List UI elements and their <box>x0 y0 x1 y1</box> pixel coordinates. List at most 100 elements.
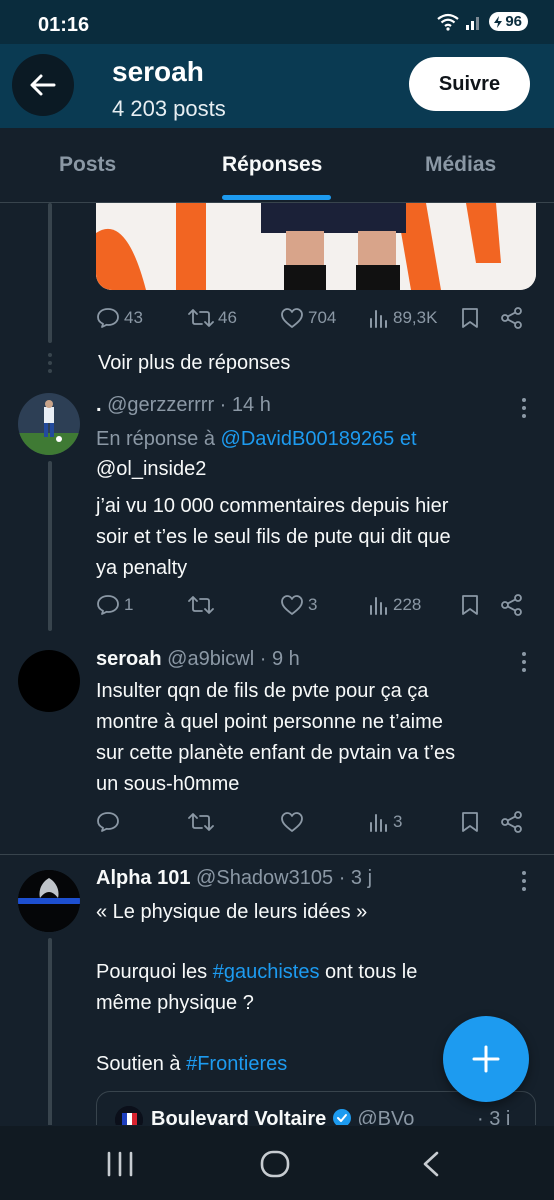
tab-media[interactable]: Médias <box>425 153 496 177</box>
arrow-left-icon <box>30 74 56 96</box>
views-button[interactable]: 228 <box>369 594 421 616</box>
avatar[interactable] <box>18 650 80 712</box>
reply-icon <box>97 812 119 832</box>
post-image[interactable] <box>96 203 536 290</box>
bookmark-button[interactable] <box>460 811 480 833</box>
views-count: 228 <box>393 595 422 614</box>
quote-time: · 3 j <box>477 1108 511 1125</box>
share-button[interactable] <box>500 811 524 833</box>
heart-icon <box>281 812 303 832</box>
hashtag-link[interactable]: #Frontieres <box>186 1053 287 1075</box>
repost-button[interactable] <box>188 811 218 833</box>
compose-button[interactable] <box>443 1016 529 1102</box>
repost-icon <box>188 596 214 614</box>
tweet-text-line: Insulter qqn de fils de pvte pour ça ça <box>96 680 429 702</box>
follow-button[interactable]: Suivre <box>409 57 530 111</box>
reply-count: 43 <box>124 308 143 327</box>
reply-button[interactable]: 1 <box>96 594 133 616</box>
like-button[interactable] <box>280 811 308 833</box>
author-name[interactable]: Alpha 101 <box>96 867 190 889</box>
tab-replies[interactable]: Réponses <box>222 153 322 177</box>
bolt-icon <box>494 15 503 28</box>
tweet-text-line: Pourquoi les #gauchistes ont tous le <box>96 957 417 988</box>
share-button[interactable] <box>500 594 524 616</box>
reply-icon <box>97 308 119 328</box>
tweet-text-line: sur cette planète enfant de pvtain va t’… <box>96 742 456 764</box>
author-handle[interactable]: @Shadow3105 <box>196 867 333 889</box>
thread-line <box>48 461 52 631</box>
tab-posts[interactable]: Posts <box>59 153 116 177</box>
back-nav-icon[interactable] <box>420 1150 442 1178</box>
like-button[interactable]: 3 <box>280 594 317 616</box>
author-handle[interactable]: @gerzzerrrr <box>107 394 214 416</box>
repost-button[interactable]: 46 <box>188 307 237 329</box>
author-handle[interactable]: @a9bicwl <box>167 648 254 670</box>
bookmark-button[interactable] <box>460 594 480 616</box>
more-options-icon[interactable] <box>516 651 532 673</box>
recent-apps-icon[interactable] <box>106 1151 134 1177</box>
author-name[interactable]: . <box>96 394 102 416</box>
tweet-text-line: « Le physique de leurs idées » <box>96 901 368 923</box>
more-options-icon[interactable] <box>516 397 532 419</box>
avatar[interactable] <box>18 393 80 455</box>
repost-button[interactable] <box>188 594 218 616</box>
bookmark-icon <box>462 308 478 328</box>
reply-button[interactable]: 43 <box>96 307 143 329</box>
author-name[interactable]: seroah <box>96 648 162 670</box>
in-reply-conj: et <box>399 428 417 450</box>
thread-line <box>48 203 52 343</box>
reply-icon <box>97 595 119 615</box>
avatar-image <box>18 393 80 455</box>
text-fragment: Pourquoi les <box>96 961 213 983</box>
bookmark-icon <box>462 595 478 615</box>
post-actions: 3 <box>96 811 528 841</box>
post-time: · 14 h <box>219 394 271 416</box>
avatar-image <box>18 870 80 932</box>
status-icons: 96 <box>437 12 528 31</box>
hashtag-link[interactable]: #gauchistes <box>213 961 320 983</box>
tweet-text-line: même physique ? <box>96 992 254 1014</box>
divider <box>0 854 554 855</box>
status-bar: 01:16 96 <box>0 0 554 44</box>
post-actions: 43 46 704 89,3K <box>96 307 528 337</box>
image-content <box>96 203 536 290</box>
text-fragment: ont tous le <box>319 961 418 983</box>
timeline[interactable]: 43 46 704 89,3K Voir plus de réponses . … <box>0 203 554 1125</box>
mention-link[interactable]: @DavidB00189265 <box>221 428 395 450</box>
share-button[interactable] <box>500 307 524 329</box>
reply-header: seroah @a9bicwl · 9 h <box>96 648 300 671</box>
more-options-icon[interactable] <box>516 870 532 892</box>
bookmark-button[interactable] <box>460 307 480 329</box>
reply-button[interactable] <box>96 811 124 833</box>
reply-count: 1 <box>124 595 134 614</box>
tweet-text-line: soir et t’es le seul fils de pute qui di… <box>96 526 451 548</box>
quote-author-handle: @BVo <box>357 1108 415 1125</box>
tweet-text-line: montre à quel point personne ne t’aime <box>96 711 443 733</box>
verified-badge-icon <box>332 1109 351 1125</box>
post-actions: 1 3 228 <box>96 594 528 624</box>
avatar[interactable] <box>18 870 80 932</box>
bookmark-icon <box>462 812 478 832</box>
post-time: · 3 j <box>338 867 373 889</box>
in-reply-to: En réponse à @DavidB00189265 et <box>96 424 417 455</box>
heart-icon <box>281 595 303 615</box>
views-button[interactable]: 3 <box>369 811 402 833</box>
mention-link[interactable]: @ol_inside2 <box>96 454 206 485</box>
quote-avatar-image <box>115 1106 143 1125</box>
home-icon[interactable] <box>259 1148 291 1180</box>
quote-avatar <box>115 1106 143 1125</box>
tweet-text-line: un sous-h0mme <box>96 773 240 795</box>
battery-level: 96 <box>505 13 522 30</box>
back-button[interactable] <box>12 54 74 116</box>
active-tab-indicator <box>222 195 331 200</box>
tweet-text-line: Soutien à #Frontieres <box>96 1049 287 1080</box>
in-reply-label: En réponse à <box>96 428 215 450</box>
text-fragment: Soutien à <box>96 1053 187 1075</box>
show-more-replies-link[interactable]: Voir plus de réponses <box>98 348 290 379</box>
views-button[interactable]: 89,3K <box>369 307 437 329</box>
system-nav-bar <box>0 1126 554 1200</box>
views-icon <box>370 814 387 832</box>
like-button[interactable]: 704 <box>280 307 336 329</box>
views-count: 89,3K <box>393 308 438 327</box>
status-time: 01:16 <box>38 14 90 36</box>
